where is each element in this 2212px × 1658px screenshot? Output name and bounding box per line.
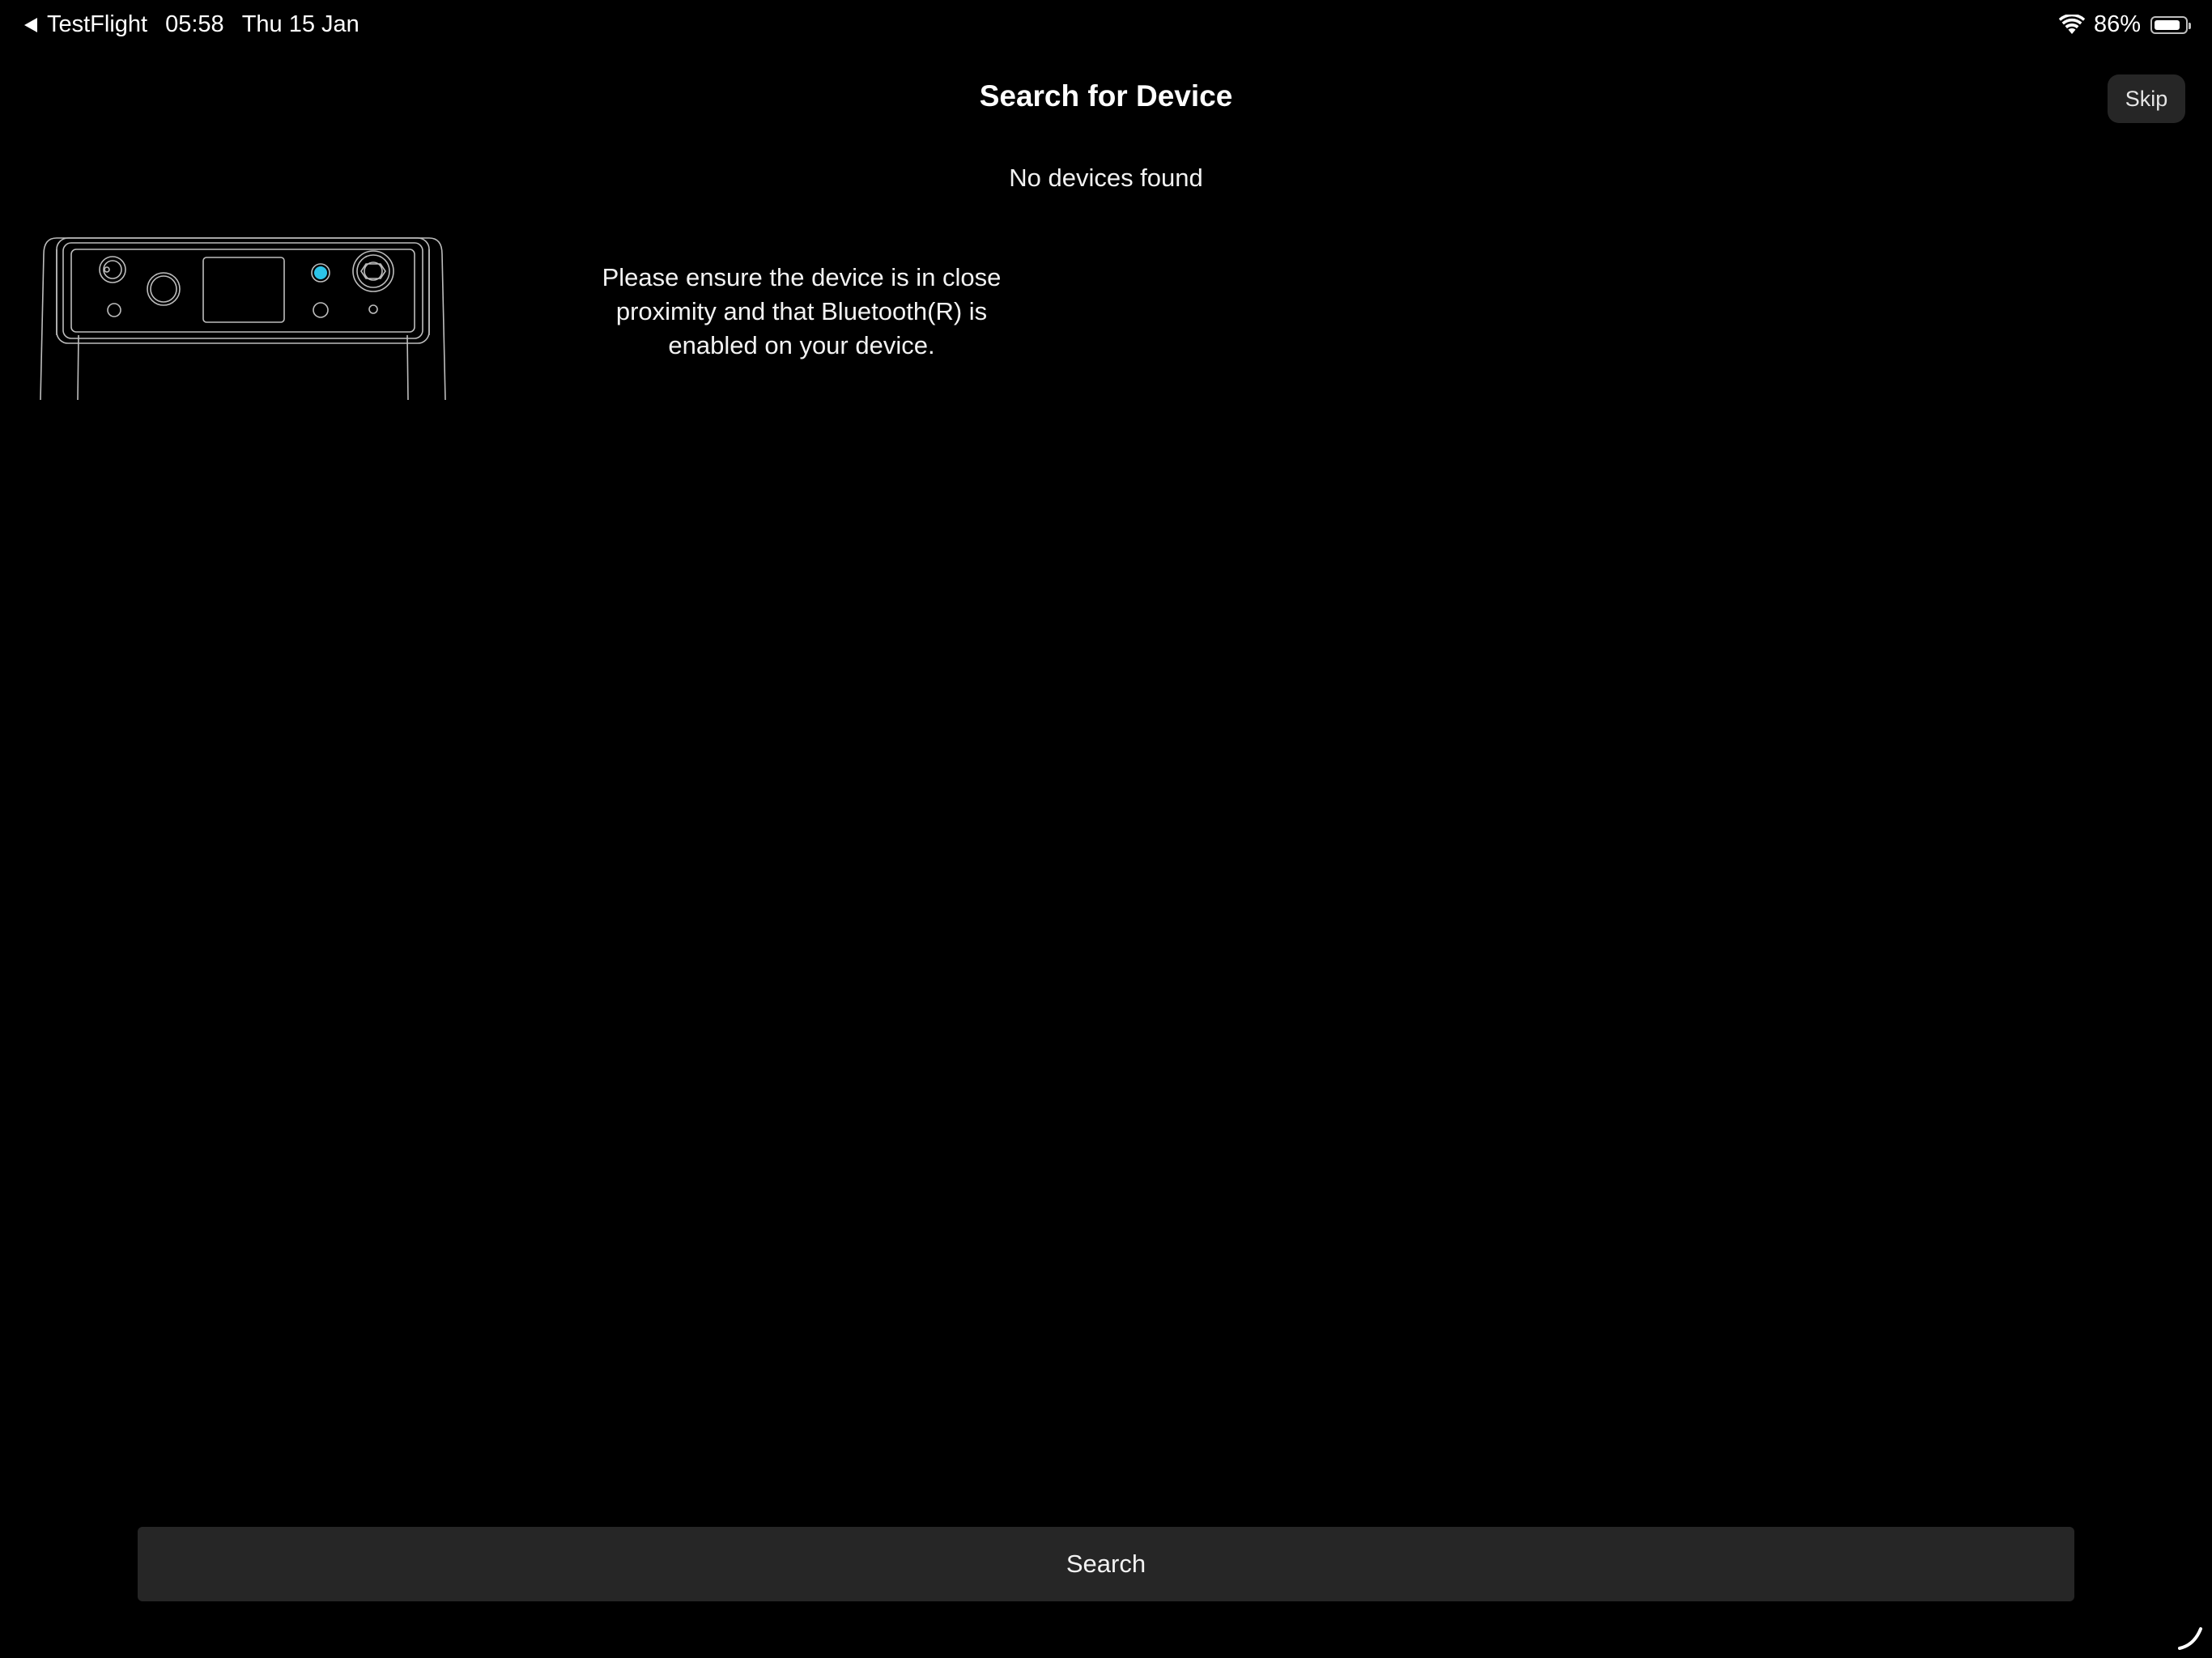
page-title: Search for Device bbox=[979, 79, 1233, 113]
screen: TestFlight 05:58 Thu 15 Jan 86% Search f… bbox=[0, 0, 2212, 1658]
instruction-text: Please ensure the device is in close pro… bbox=[602, 263, 1002, 359]
wifi-icon bbox=[2058, 14, 2086, 34]
battery-tip bbox=[2189, 22, 2191, 29]
resize-handle-icon[interactable] bbox=[2176, 1624, 2204, 1652]
back-arrow-icon bbox=[24, 17, 37, 32]
battery-percent: 86% bbox=[2093, 11, 2141, 37]
device-illustration bbox=[40, 237, 446, 400]
status-date: Thu 15 Jan bbox=[241, 11, 359, 37]
skip-button[interactable]: Skip bbox=[2108, 74, 2185, 123]
status-bar: TestFlight 05:58 Thu 15 Jan 86% bbox=[0, 0, 2212, 52]
status-indicators: 86% bbox=[2058, 11, 2191, 38]
back-app-name: TestFlight bbox=[47, 11, 148, 37]
search-status-message: No devices found bbox=[1009, 164, 1203, 192]
status-time: 05:58 bbox=[165, 11, 224, 37]
search-button[interactable]: Search bbox=[138, 1527, 2074, 1601]
battery-icon bbox=[2150, 15, 2191, 34]
battery-fill bbox=[2155, 19, 2180, 30]
back-to-app-link[interactable]: TestFlight 05:58 Thu 15 Jan bbox=[24, 11, 359, 38]
